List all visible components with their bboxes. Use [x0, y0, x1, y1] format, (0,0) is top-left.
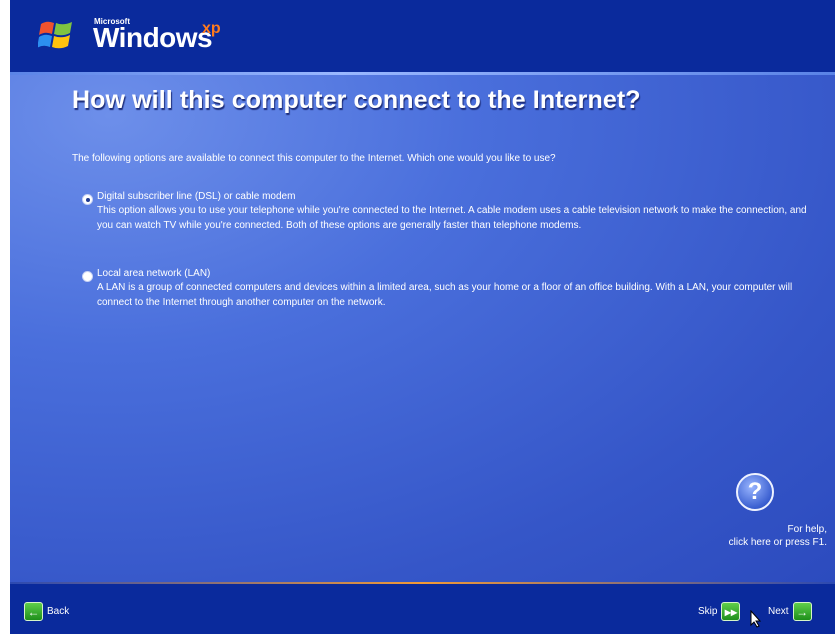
option-dsl-description: This option allows you to use your telep… — [97, 205, 807, 231]
radio-dsl[interactable] — [82, 194, 93, 205]
brand-suffix: xp — [202, 20, 221, 37]
header-bar: Microsoft Windows xp — [10, 0, 835, 72]
back-label: Back — [47, 606, 70, 617]
help-question-icon[interactable]: ? — [736, 473, 774, 511]
windows-flag-icon — [38, 21, 72, 49]
next-arrow-icon: → — [792, 602, 812, 621]
brand-name: Windows — [93, 22, 213, 53]
option-lan-label[interactable]: Local area network (LAN) — [97, 267, 210, 282]
skip-label: Skip — [698, 606, 718, 617]
skip-button[interactable]: Skip ▸▸ — [698, 602, 741, 621]
help-line-1: For help, — [787, 524, 827, 535]
next-label: Next — [768, 606, 789, 617]
oobe-window: Microsoft Windows xp How will this compu… — [0, 0, 835, 634]
next-button[interactable]: Next → — [768, 602, 812, 621]
option-lan-description: A LAN is a group of connected computers … — [97, 282, 793, 308]
back-button[interactable]: ← Back — [24, 602, 69, 621]
main-panel: How will this computer connect to the In… — [10, 75, 835, 582]
help-line-2: click here or press F1. — [728, 537, 827, 548]
option-dsl-label[interactable]: Digital subscriber line (DSL) or cable m… — [97, 190, 295, 205]
intro-text: The following options are available to c… — [72, 153, 556, 164]
back-arrow-icon: ← — [24, 602, 43, 621]
page-title: How will this computer connect to the In… — [72, 86, 641, 114]
footer-bar: ← Back Skip ▸▸ Next → — [10, 584, 835, 634]
skip-forward-icon: ▸▸ — [721, 602, 741, 621]
help-link[interactable]: For help, click here or press F1. — [647, 523, 827, 549]
radio-lan[interactable] — [82, 271, 93, 282]
mouse-pointer-icon — [750, 610, 762, 628]
radio-selected-dot — [85, 197, 90, 202]
